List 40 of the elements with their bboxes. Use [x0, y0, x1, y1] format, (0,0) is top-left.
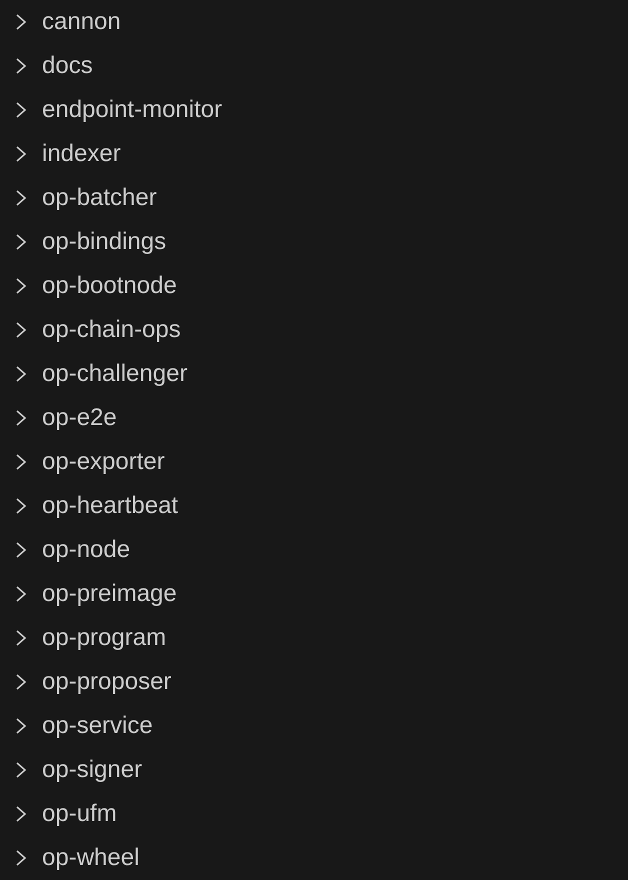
folder-item[interactable]: op-bootnode: [0, 264, 628, 308]
chevron-right-icon: [14, 144, 28, 164]
chevron-right-icon: [14, 848, 28, 868]
chevron-right-icon: [14, 276, 28, 296]
chevron-right-icon: [14, 188, 28, 208]
folder-item[interactable]: op-batcher: [0, 176, 628, 220]
folder-item[interactable]: op-exporter: [0, 440, 628, 484]
chevron-right-icon: [14, 452, 28, 472]
chevron-right-icon: [14, 320, 28, 340]
folder-item[interactable]: op-challenger: [0, 352, 628, 396]
chevron-right-icon: [14, 232, 28, 252]
folder-item[interactable]: cannon: [0, 0, 628, 44]
chevron-right-icon: [14, 364, 28, 384]
folder-item[interactable]: op-e2e: [0, 396, 628, 440]
chevron-right-icon: [14, 672, 28, 692]
folder-item[interactable]: op-heartbeat: [0, 484, 628, 528]
chevron-right-icon: [14, 628, 28, 648]
chevron-right-icon: [14, 716, 28, 736]
chevron-right-icon: [14, 496, 28, 516]
chevron-right-icon: [14, 804, 28, 824]
chevron-right-icon: [14, 12, 28, 32]
chevron-right-icon: [14, 408, 28, 428]
folder-item[interactable]: op-service: [0, 704, 628, 748]
folder-item[interactable]: op-wheel: [0, 836, 628, 880]
chevron-right-icon: [14, 584, 28, 604]
chevron-right-icon: [14, 760, 28, 780]
folder-item[interactable]: op-preimage: [0, 572, 628, 616]
folder-item[interactable]: op-chain-ops: [0, 308, 628, 352]
folder-item[interactable]: op-program: [0, 616, 628, 660]
chevron-right-icon: [14, 540, 28, 560]
folder-item[interactable]: op-bindings: [0, 220, 628, 264]
folder-item[interactable]: op-ufm: [0, 792, 628, 836]
folder-item[interactable]: docs: [0, 44, 628, 88]
folder-item[interactable]: indexer: [0, 132, 628, 176]
folder-item[interactable]: op-proposer: [0, 660, 628, 704]
chevron-right-icon: [14, 100, 28, 120]
chevron-right-icon: [14, 56, 28, 76]
folder-item[interactable]: op-signer: [0, 748, 628, 792]
folder-item[interactable]: endpoint-monitor: [0, 88, 628, 132]
folder-item[interactable]: op-node: [0, 528, 628, 572]
